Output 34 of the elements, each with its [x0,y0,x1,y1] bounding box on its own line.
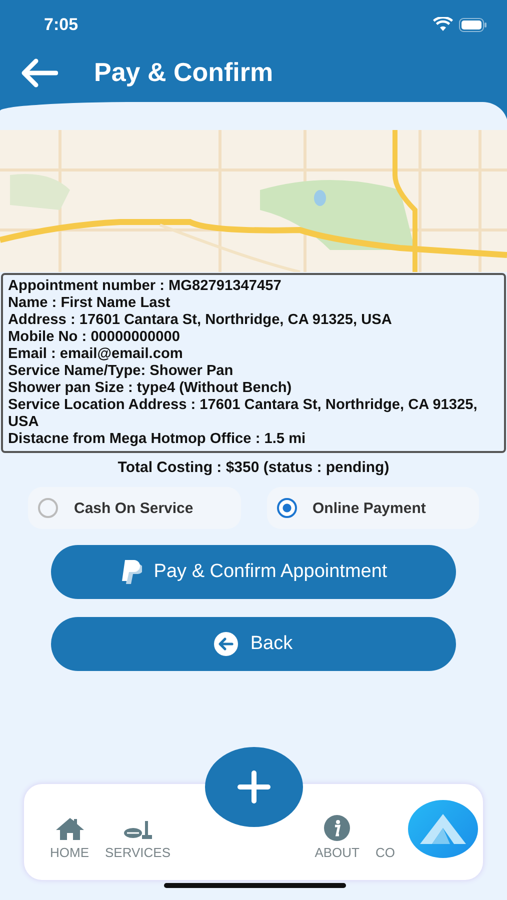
radio-button[interactable] [276,498,296,518]
option-label: Online Payment [312,500,426,516]
detail-line: Mobile No : 00000000000 [8,329,181,346]
detail-line: Distacne from Mega Hotmop Office : 1.5 mi [8,431,307,448]
nav-item[interactable]: CO [368,814,403,860]
back-button[interactable]: Back [51,617,456,671]
plus-icon [237,770,271,804]
nav-item[interactable]: SERVICES [97,814,179,860]
info-icon [324,814,350,840]
logo-icon [420,814,466,844]
back-arrow-icon[interactable] [20,58,58,88]
detail-line: Service Location Address : 17601 Cantara St, Northridge, CA 91325, USA [8,397,478,431]
detail-line: Address : 17601 Cantara St, Northridge, CA 91325, USA [8,312,393,329]
back-circle-icon [214,632,238,656]
pay-button[interactable]: Pay & Confirm Appointment [51,545,456,599]
option-label: Cash On Service [74,500,194,516]
payment-option[interactable]: Cash On Service [28,487,240,529]
mop-bucket-icon [122,820,153,840]
payment-option[interactable]: Online Payment [266,487,479,529]
radio-button[interactable] [38,498,58,518]
nav-item[interactable]: ABOUT [306,814,368,860]
home-icon [54,816,84,840]
detail-line: Email : email@email.com [8,346,184,363]
detail-line: Service Name/Type: Shower Pan [8,363,234,380]
detail-line: Name : First Name Last [8,295,172,312]
detail-line: Shower pan Size : type4 (Without Bench) [8,380,293,397]
nav-item[interactable]: HOME [42,814,97,860]
page-title: Pay & Confirm [94,57,274,88]
status-time: 7:05 [44,14,78,34]
paypal-icon [120,560,142,584]
total-cost: Total Costing : $350 (status : pending) [116,459,390,476]
detail-line: Appointment number : MG82791347457 [8,278,282,295]
battery-icon [459,18,487,32]
wifi-icon [433,17,453,32]
